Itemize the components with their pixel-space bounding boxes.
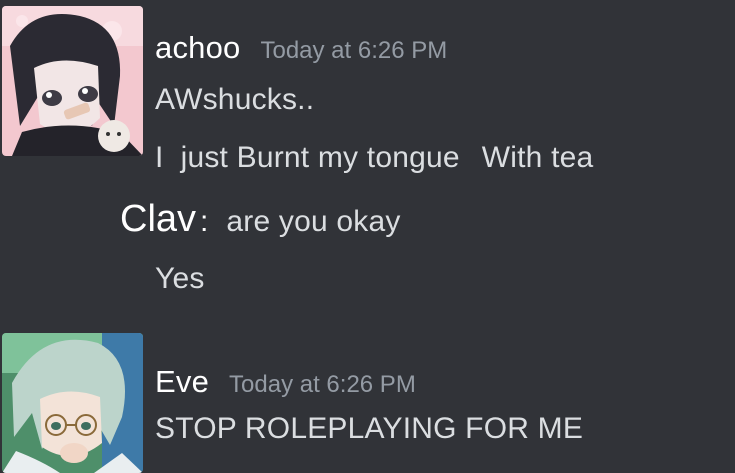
avatar[interactable] [2, 333, 143, 473]
chat-log: achoo Today at 6:26 PM AWshucks.. I just… [0, 0, 735, 473]
overlay-colon: : [200, 205, 209, 238]
username[interactable]: Eve [155, 364, 209, 400]
message-header: achoo Today at 6:26 PM [155, 30, 447, 66]
message-text: AWshucks.. [155, 83, 315, 116]
timestamp[interactable]: Today at 6:26 PM [229, 371, 416, 399]
message-text: Yes [155, 262, 205, 295]
message-line: I just Burnt my tongue With tea [155, 141, 593, 175]
overlay-caption: Clav : are you okay [120, 198, 401, 241]
username[interactable]: achoo [155, 30, 240, 66]
message-text: STOP ROLEPLAYING FOR ME [155, 412, 584, 445]
avatar-image-achoo [2, 6, 143, 156]
overlay-speaker-name: Clav [120, 198, 197, 240]
avatar-image-eve [2, 333, 143, 473]
message-text: I just Burnt my tongue [155, 141, 460, 174]
avatar[interactable] [2, 6, 143, 156]
overlay-text: are you okay [226, 205, 401, 238]
message-header: Eve Today at 6:26 PM [155, 364, 416, 400]
timestamp[interactable]: Today at 6:26 PM [260, 37, 447, 65]
message-text: With tea [481, 141, 594, 174]
